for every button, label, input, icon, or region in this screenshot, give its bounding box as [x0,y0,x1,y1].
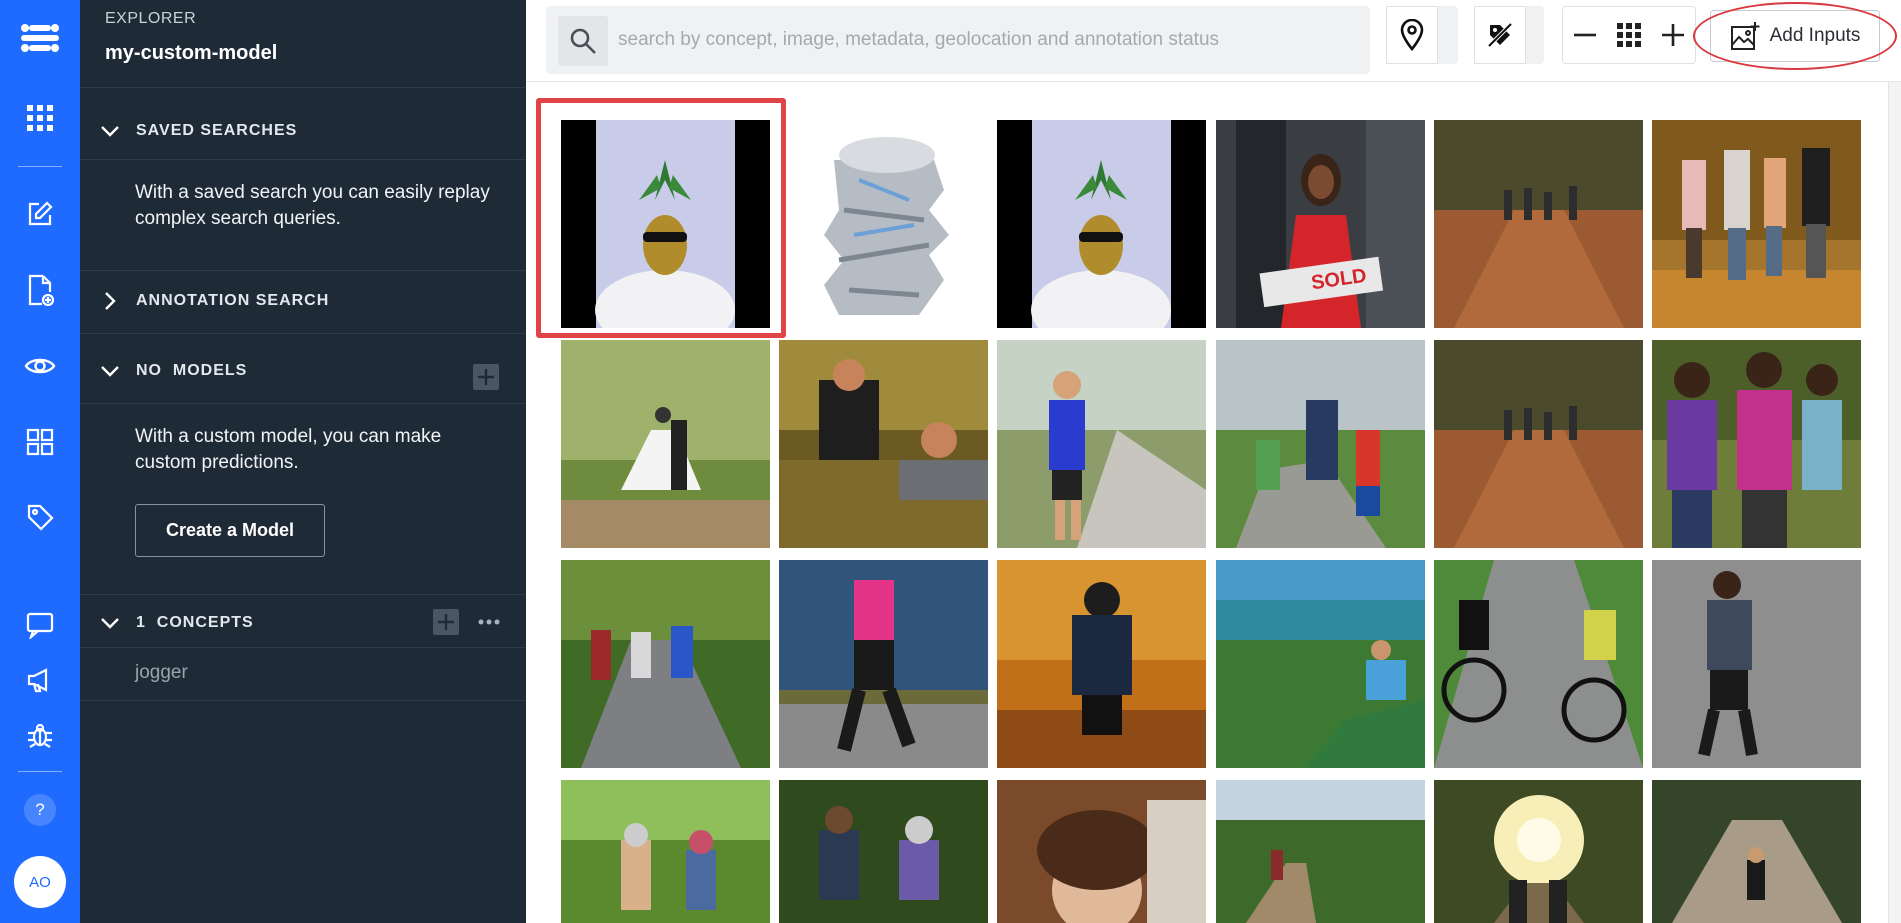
models-title: MODELS [172,362,248,379]
chevron-down-icon [101,618,119,629]
grid-size-control [1562,6,1696,64]
input-thumbnail[interactable] [1652,340,1861,548]
add-inputs-button[interactable]: Add Inputs [1710,10,1880,62]
zoom-in-button[interactable] [1651,7,1695,63]
input-thumbnail[interactable] [997,340,1206,548]
models-count: NO [136,362,162,379]
sidebar-section-label: EXPLORER [105,10,197,27]
left-rail: ? AO [0,0,80,923]
search-icon[interactable] [558,16,608,66]
megaphone-icon[interactable] [0,660,80,700]
minus-icon [1574,33,1596,37]
scrollbar[interactable] [1888,82,1901,923]
divider [80,700,526,701]
concepts-count: 1 [136,614,146,631]
input-thumbnail[interactable] [779,340,988,548]
input-thumbnail[interactable]: SOLD [1216,120,1425,328]
chevron-right-icon [105,292,116,310]
edit-icon[interactable] [0,194,80,234]
grid-view-icon[interactable] [1607,7,1651,63]
create-model-button[interactable]: Create a Model [135,504,325,557]
tag-off-icon [1474,6,1526,64]
input-thumbnail[interactable] [1216,560,1425,768]
avatar[interactable]: AO [14,856,66,908]
rail-divider [18,771,62,772]
chevron-down-icon [101,126,119,137]
plus-icon [1662,24,1684,46]
location-pin-icon [1386,6,1438,64]
search-input[interactable] [618,20,1348,60]
more-options-icon[interactable] [474,609,504,635]
saved-searches-toggle[interactable]: SAVED SEARCHES [100,122,297,140]
input-thumbnail[interactable] [1434,340,1643,548]
zoom-out-button[interactable] [1563,7,1607,63]
input-thumbnail[interactable] [1652,120,1861,328]
input-thumbnail[interactable] [1434,120,1643,328]
concept-item-jogger[interactable]: jogger [135,662,188,684]
add-image-icon [1730,22,1760,50]
saved-searches-description: With a saved search you can easily repla… [135,182,490,229]
sidebar-header: EXPLORER my-custom-model [80,0,526,88]
concepts-toggle[interactable]: 1 CONCEPTS [100,614,254,632]
input-thumbnail[interactable] [1652,560,1861,768]
saved-searches-title: SAVED SEARCHES [136,122,298,139]
search-bar [546,6,1370,74]
plus-icon [438,614,454,630]
add-file-icon[interactable] [0,270,80,310]
geolocation-filter-button[interactable] [1386,6,1458,64]
image-grid: SOLD [526,82,1888,923]
chevron-down-icon [101,366,119,377]
input-thumbnail[interactable] [779,120,988,328]
saved-searches-section: SAVED SEARCHES [80,88,526,160]
input-thumbnail[interactable] [997,780,1206,923]
input-thumbnail[interactable] [1216,780,1425,923]
models-section: NO MODELS [80,334,526,404]
annotation-filter-button[interactable] [1474,6,1544,64]
input-thumbnail[interactable] [1434,780,1643,923]
toolbar: Add Inputs [526,0,1901,82]
annotation-search-section: ANNOTATION SEARCH [80,270,526,334]
input-thumbnail[interactable] [997,120,1206,328]
input-thumbnail[interactable] [561,340,770,548]
input-thumbnail[interactable] [561,120,770,328]
input-thumbnail[interactable] [561,560,770,768]
input-thumbnail[interactable] [1216,340,1425,548]
logo-icon[interactable] [0,18,80,58]
help-button[interactable]: ? [0,790,80,830]
add-inputs-label: Add Inputs [1769,25,1861,46]
models-toggle[interactable]: NO MODELS [100,362,247,380]
help-icon[interactable]: ? [24,794,56,826]
explorer-sidebar: EXPLORER my-custom-model SAVED SEARCHES … [80,0,526,923]
annotation-search-title: ANNOTATION SEARCH [136,292,330,309]
concepts-section: 1 CONCEPTS [80,594,526,648]
input-thumbnail[interactable] [561,780,770,923]
input-thumbnail[interactable] [1652,780,1861,923]
dashboard-icon[interactable] [0,422,80,462]
models-description: With a custom model, you can make custom… [135,426,442,473]
chat-icon[interactable] [0,605,80,645]
add-model-button[interactable] [473,364,499,390]
input-thumbnail[interactable] [1434,560,1643,768]
concepts-title: CONCEPTS [156,614,254,631]
input-thumbnail[interactable] [779,780,988,923]
input-thumbnail[interactable] [779,560,988,768]
tag-icon[interactable] [0,497,80,537]
rail-divider [18,166,62,167]
app-name: my-custom-model [105,42,278,64]
input-thumbnail[interactable] [997,560,1206,768]
apps-grid-icon[interactable] [0,98,80,138]
annotation-search-toggle[interactable]: ANNOTATION SEARCH [100,291,329,311]
bug-icon[interactable] [0,715,80,755]
add-concept-button[interactable] [433,609,459,635]
plus-icon [478,369,494,385]
eye-icon[interactable] [0,346,80,386]
